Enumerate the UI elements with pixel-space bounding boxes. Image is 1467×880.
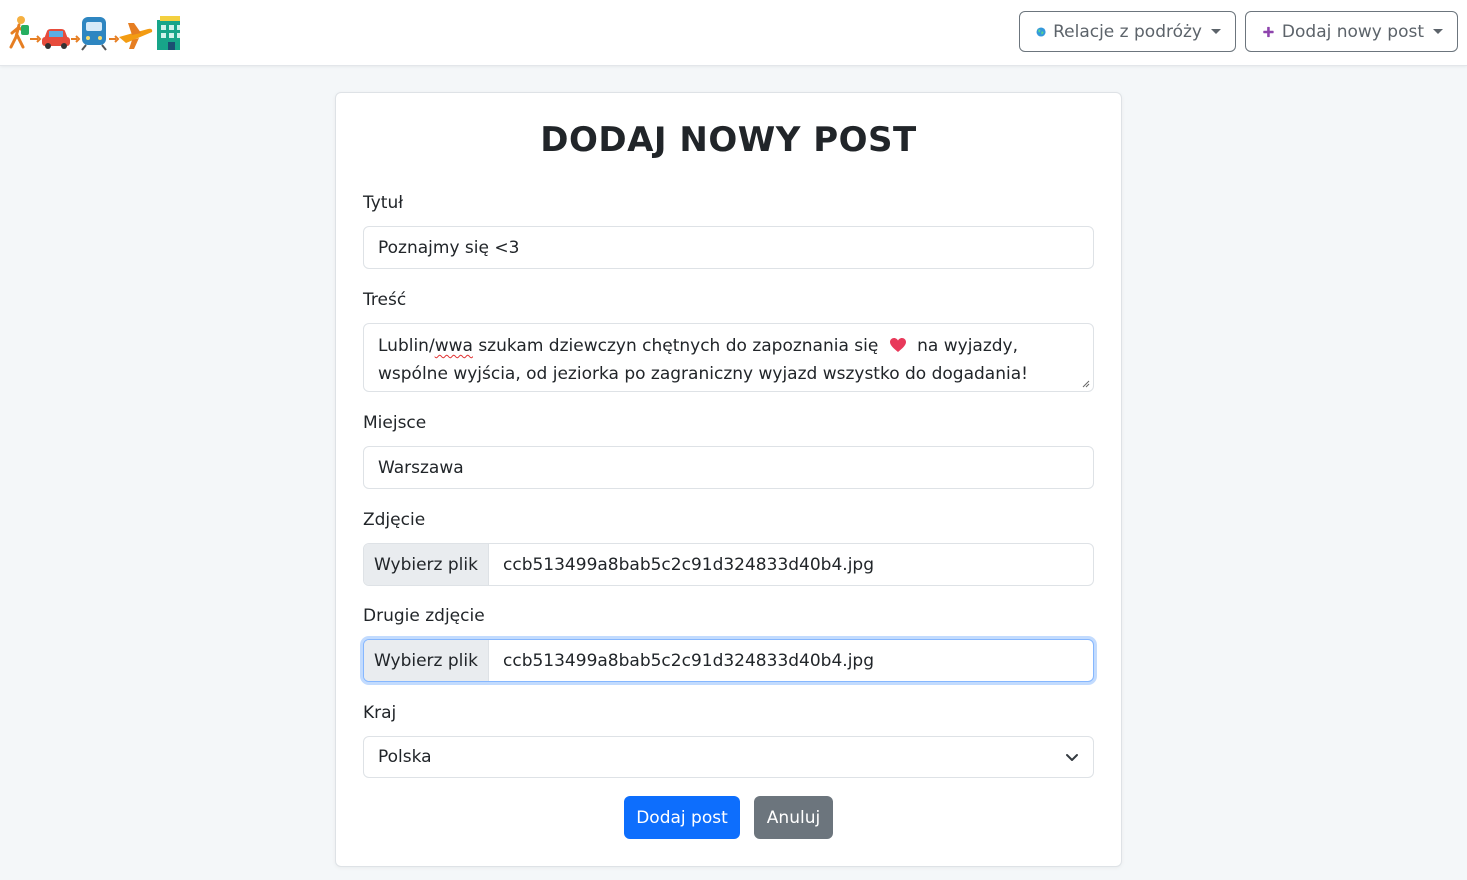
- photo-choose-file-button[interactable]: Wybierz plik: [364, 544, 489, 585]
- country-select-value: Polska: [378, 747, 432, 767]
- title-input[interactable]: Poznajmy się <3: [363, 226, 1094, 269]
- second-photo-label: Drugie zdjęcie: [363, 606, 485, 626]
- add-post-button[interactable]: Dodaj post: [624, 796, 740, 839]
- travel-reports-label: Relacje z podróży: [1053, 21, 1202, 42]
- photo-file-input[interactable]: Wybierz plik ccb513499a8bab5c2c91d324833…: [363, 543, 1094, 586]
- navbar: Relacje z podróży Dodaj nowy post: [0, 0, 1467, 66]
- content-misspelled-word: wwa: [434, 336, 473, 356]
- country-select[interactable]: Polska: [363, 736, 1094, 778]
- page-title: DODAJ NOWY POST: [540, 120, 917, 160]
- content-textarea[interactable]: Lublin/wwa szukam dziewczyn chętnych do …: [363, 323, 1094, 392]
- travel-emoji-logo[interactable]: [8, 15, 180, 51]
- place-input-value: Warszawa: [378, 457, 464, 478]
- globe-icon: [1036, 26, 1046, 37]
- heart-icon: [889, 338, 906, 352]
- travel-reports-dropdown[interactable]: Relacje z podróży: [1019, 11, 1236, 52]
- country-label: Kraj: [363, 703, 397, 723]
- content-label: Treść: [363, 290, 407, 310]
- second-photo-file-input[interactable]: Wybierz plik ccb513499a8bab5c2c91d324833…: [363, 639, 1094, 682]
- cancel-button[interactable]: Anuluj: [754, 796, 833, 839]
- place-input[interactable]: Warszawa: [363, 446, 1094, 489]
- photo-label: Zdjęcie: [363, 510, 426, 530]
- caret-down-icon: [1433, 29, 1443, 34]
- photo-file-name: ccb513499a8bab5c2c91d324833d40b4.jpg: [503, 554, 874, 575]
- caret-down-icon: [1211, 29, 1221, 34]
- add-post-dropdown[interactable]: Dodaj nowy post: [1245, 11, 1458, 52]
- add-post-label: Dodaj nowy post: [1281, 21, 1424, 42]
- second-photo-choose-file-button[interactable]: Wybierz plik: [364, 640, 489, 681]
- second-photo-file-name: ccb513499a8bab5c2c91d324833d40b4.jpg: [503, 650, 874, 671]
- title-label: Tytuł: [363, 193, 404, 213]
- resize-handle-icon[interactable]: [1082, 380, 1090, 388]
- title-input-value: Poznajmy się <3: [378, 237, 520, 258]
- content-text-middle: szukam dziewczyn chętnych do zapoznania …: [472, 336, 879, 356]
- place-label: Miejsce: [363, 413, 427, 433]
- plus-icon: [1263, 26, 1274, 37]
- chevron-down-icon: [1066, 754, 1078, 761]
- content-text-start: Lublin/: [378, 336, 435, 356]
